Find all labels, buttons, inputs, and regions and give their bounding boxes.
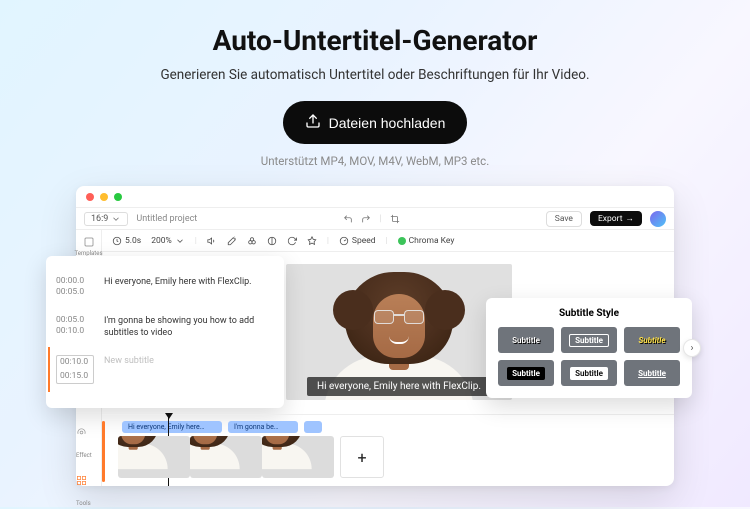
subtitle-start-time: 00:00.0 — [56, 276, 94, 287]
sidebar-item-tools[interactable]: Tools — [76, 471, 102, 509]
speed-control[interactable]: Speed — [339, 236, 376, 246]
aspect-ratio-select[interactable]: 16:9 — [84, 212, 128, 226]
window-minimize-icon[interactable] — [100, 193, 108, 201]
templates-icon — [83, 236, 95, 248]
timeline-clip-thumb[interactable] — [118, 436, 190, 478]
redo-icon[interactable] — [361, 214, 371, 224]
subtitle-style-label: Subtitle — [570, 367, 608, 380]
subtitle-style-label: Subtitle — [638, 336, 665, 345]
page-subtitle: Generieren Sie automatisch Untertitel od… — [0, 67, 750, 83]
window-close-icon[interactable] — [86, 193, 94, 201]
export-button[interactable]: Export → — [590, 211, 642, 226]
settings-icon[interactable] — [307, 236, 317, 246]
sidebar-item-templates[interactable]: Templates — [74, 236, 102, 257]
volume-icon[interactable] — [207, 236, 217, 246]
chevron-down-icon — [175, 236, 185, 246]
duration-label: 5.0s — [125, 236, 141, 246]
supported-formats: Unterstützt MP4, MOV, M4V, WebM, MP3 etc… — [0, 154, 750, 168]
subtitle-style-panel: Subtitle Style Subtitle Subtitle Subtitl… — [486, 298, 692, 398]
effect-icon — [76, 427, 87, 438]
avatar[interactable] — [650, 211, 666, 227]
timeline-clip-thumb[interactable] — [262, 436, 334, 478]
subtitle-end-time[interactable]: 00:15.0 — [60, 371, 90, 382]
subtitle-style-option[interactable]: Subtitle — [498, 327, 554, 353]
sidebar-item-label: Effect — [76, 452, 92, 459]
wand-icon[interactable] — [227, 236, 237, 246]
window-maximize-icon[interactable] — [114, 193, 122, 201]
subtitle-start-time: 00:05.0 — [56, 315, 94, 326]
subtitle-text: Hi everyone, Emily here with FlexClip. — [104, 276, 252, 299]
chroma-label: Chroma Key — [409, 236, 455, 246]
clock-icon — [112, 236, 122, 246]
sidebar-item-effect[interactable]: Effect — [76, 423, 102, 461]
subtitle-row-new[interactable]: 00:10.0 00:15.0 New subtitle — [48, 347, 272, 392]
subtitle-new-input[interactable]: New subtitle — [104, 355, 154, 384]
subtitle-row[interactable]: 00:00.0 00:05.0 Hi everyone, Emily here … — [56, 268, 272, 307]
project-title[interactable]: Untitled project — [136, 214, 197, 224]
subtitle-clip[interactable]: Hi everyone, Emily here… — [122, 421, 222, 433]
speed-icon — [339, 236, 349, 246]
speed-label: Speed — [352, 236, 376, 246]
aspect-ratio-label: 16:9 — [91, 214, 108, 224]
rotate-icon[interactable] — [287, 236, 297, 246]
subtitle-clip[interactable] — [304, 421, 322, 433]
editor-toolbar: 5.0s 200% | | Speed | Chroma Key — [102, 230, 674, 252]
subtitle-text: I'm gonna be showing you how to add subt… — [104, 315, 272, 339]
undo-icon[interactable] — [343, 214, 353, 224]
subtitle-list-panel: 00:00.0 00:05.0 Hi everyone, Emily here … — [46, 256, 284, 408]
crop-icon[interactable] — [390, 214, 400, 224]
zoom-label: 200% — [151, 236, 172, 246]
subtitle-start-time[interactable]: 00:10.0 — [60, 357, 90, 368]
subtitle-style-label: Subtitle — [507, 367, 545, 380]
editor-topbar: 16:9 Untitled project | Save Export → — [76, 208, 674, 230]
filter-icon[interactable] — [247, 236, 257, 246]
subtitle-style-label: Subtitle — [569, 334, 609, 347]
duration-control[interactable]: 5.0s — [112, 236, 141, 246]
tools-icon — [76, 475, 87, 486]
page-title: Auto-Untertitel-Generator — [0, 24, 750, 57]
arrow-right-icon: → — [626, 213, 635, 224]
subtitle-end-time: 00:05.0 — [56, 287, 94, 298]
subtitle-style-option[interactable]: Subtitle — [561, 327, 617, 353]
chevron-down-icon — [111, 214, 121, 224]
timeline[interactable]: Effect Tools Hi everyone, Emily here… I'… — [102, 414, 674, 486]
window-titlebar — [76, 186, 674, 208]
editor-window: 16:9 Untitled project | Save Export → Te… — [76, 186, 674, 486]
subtitle-style-option[interactable]: Subtitle — [624, 327, 680, 353]
subtitle-style-option[interactable]: Subtitle — [498, 360, 554, 386]
subtitle-style-next[interactable]: › — [683, 339, 701, 357]
subtitle-style-label: Subtitle — [512, 336, 540, 345]
chroma-key-control[interactable]: Chroma Key — [398, 236, 455, 246]
video-preview[interactable]: Hi everyone, Emily here with FlexClip. — [286, 264, 512, 400]
subtitle-style-label: Subtitle — [638, 369, 666, 378]
subtitle-end-time: 00:10.0 — [56, 326, 94, 337]
preview-caption: Hi everyone, Emily here with FlexClip. — [307, 377, 491, 396]
upload-button-label: Dateien hochladen — [329, 115, 446, 131]
export-button-label: Export — [598, 214, 623, 224]
subtitle-style-option[interactable]: Subtitle — [624, 360, 680, 386]
subtitle-clip[interactable]: I'm gonna be… — [228, 421, 298, 433]
upload-button[interactable]: Dateien hochladen — [283, 101, 468, 144]
chevron-right-icon: › — [690, 343, 693, 354]
subtitle-row[interactable]: 00:05.0 00:10.0 I'm gonna be showing you… — [56, 307, 272, 347]
zoom-control[interactable]: 200% — [151, 236, 185, 246]
timeline-clip-thumb[interactable] — [190, 436, 262, 478]
sidebar-item-label: Tools — [76, 500, 91, 507]
add-clip-button[interactable]: + — [340, 436, 384, 478]
timeline-start-marker — [102, 421, 105, 482]
upload-icon — [305, 113, 321, 132]
chroma-color-icon — [398, 237, 406, 245]
subtitle-style-title: Subtitle Style — [498, 308, 680, 319]
adjust-icon[interactable] — [267, 236, 277, 246]
save-button[interactable]: Save — [546, 211, 582, 227]
subtitle-style-option[interactable]: Subtitle — [561, 360, 617, 386]
